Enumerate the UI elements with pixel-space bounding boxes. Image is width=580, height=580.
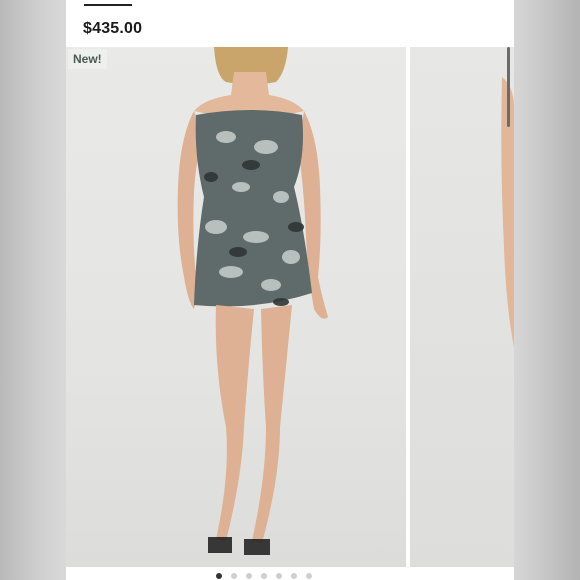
right-backdrop bbox=[514, 0, 580, 580]
gallery-pagination bbox=[216, 573, 312, 579]
pagination-dot[interactable] bbox=[276, 573, 282, 579]
product-image-gallery[interactable]: New! bbox=[66, 47, 514, 570]
scrollbar-thumb[interactable] bbox=[507, 47, 510, 127]
pagination-dot[interactable] bbox=[306, 573, 312, 579]
pagination-dot[interactable] bbox=[261, 573, 267, 579]
pagination-dot[interactable] bbox=[231, 573, 237, 579]
model-photo bbox=[177, 47, 328, 555]
product-image-next[interactable] bbox=[410, 47, 514, 567]
divider bbox=[84, 4, 132, 6]
model-photo-partial bbox=[501, 77, 514, 347]
new-badge: New! bbox=[68, 49, 107, 69]
pagination-dot[interactable] bbox=[216, 573, 222, 579]
product-image-main[interactable]: New! bbox=[66, 47, 406, 567]
product-card: $435.00 New! bbox=[66, 0, 514, 580]
pagination-dot[interactable] bbox=[291, 573, 297, 579]
pagination-dot[interactable] bbox=[246, 573, 252, 579]
left-backdrop bbox=[0, 0, 66, 580]
product-price: $435.00 bbox=[83, 20, 143, 37]
